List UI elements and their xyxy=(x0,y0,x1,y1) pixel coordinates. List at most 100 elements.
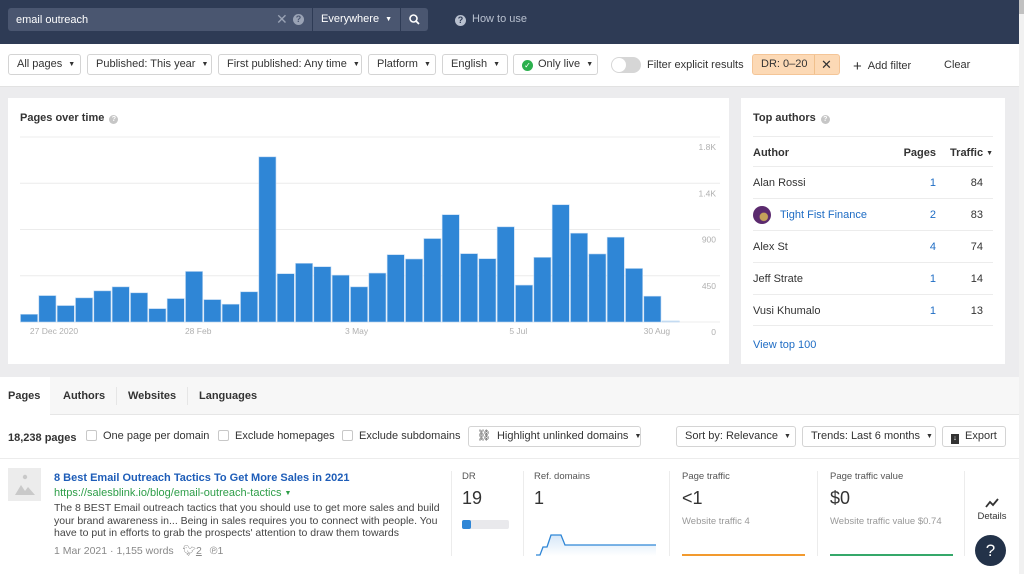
chart-bar[interactable] xyxy=(496,226,515,323)
chart-bar[interactable] xyxy=(313,266,332,323)
one-page-per-domain-checkbox[interactable]: One page per domain xyxy=(86,430,209,442)
chart-bar[interactable] xyxy=(625,268,643,323)
chart-bar[interactable] xyxy=(203,299,222,323)
chart-bar[interactable] xyxy=(570,232,588,323)
remove-filter-icon[interactable]: ✕ xyxy=(821,55,832,74)
search-help-icon[interactable]: ? xyxy=(293,14,304,25)
view-top-100-link[interactable]: View top 100 xyxy=(753,339,816,351)
all-pages-filter[interactable]: All pages ▼ xyxy=(8,54,81,75)
author-pages-link[interactable]: 4 xyxy=(930,241,936,253)
chart-bar[interactable] xyxy=(38,295,57,323)
chart-bar[interactable] xyxy=(221,303,240,323)
chart-bar[interactable] xyxy=(75,297,93,323)
results-tabs: Pages Authors Websites Languages xyxy=(0,377,1019,415)
checkbox-box[interactable] xyxy=(218,430,229,441)
chart-bar[interactable] xyxy=(166,298,185,323)
chart-bar[interactable] xyxy=(460,253,478,323)
chart-bar[interactable] xyxy=(441,214,460,323)
author-pages-link[interactable]: 1 xyxy=(930,273,936,285)
search-input[interactable] xyxy=(16,8,266,31)
exclude-homepages-checkbox[interactable]: Exclude homepages xyxy=(218,430,335,442)
author-name-link[interactable]: Tight Fist Finance xyxy=(780,209,867,221)
add-filter-button[interactable]: + Add filter xyxy=(853,58,911,75)
chart-bar[interactable] xyxy=(551,204,570,323)
chevron-down-icon: ▼ xyxy=(68,61,76,68)
chart-bar[interactable] xyxy=(405,258,423,323)
search-scope-select[interactable]: Everywhere ▼ xyxy=(313,8,400,31)
how-to-use-link[interactable]: ? How to use xyxy=(455,13,527,26)
chart-bar[interactable] xyxy=(423,238,442,323)
page-traffic-metric: Page traffic <1 Website traffic 4 xyxy=(682,471,750,527)
x-tick-label: 3 May xyxy=(345,326,369,336)
chart-bar[interactable] xyxy=(350,286,368,323)
only-live-filter[interactable]: ✓ Only live ▼ xyxy=(513,54,598,75)
chart-bar[interactable] xyxy=(661,320,680,323)
chart-bar[interactable] xyxy=(130,292,148,323)
chart-bar[interactable] xyxy=(588,253,607,323)
chart-bar[interactable] xyxy=(148,308,167,323)
clear-search-icon[interactable]: ✕ xyxy=(276,11,288,27)
search-button[interactable] xyxy=(401,8,428,31)
sort-by-dropdown[interactable]: Sort by: Relevance ▼ xyxy=(676,426,796,447)
tab-authors[interactable]: Authors xyxy=(55,377,113,415)
top-authors-card: Top authors? Author Pages Traffic ▼ Alan … xyxy=(741,98,1005,364)
only-live-label: Only live xyxy=(538,58,581,70)
scrollbar-thumb[interactable] xyxy=(1019,0,1024,14)
checkbox-box[interactable] xyxy=(342,430,353,441)
checkbox-box[interactable] xyxy=(86,430,97,441)
chart-bar[interactable] xyxy=(478,258,497,323)
author-pages-link[interactable]: 1 xyxy=(930,305,936,317)
col-pages[interactable]: Pages xyxy=(904,147,936,159)
first-published-filter[interactable]: First published: Any time ▼ xyxy=(218,54,362,75)
tab-divider xyxy=(116,387,117,405)
chart-bar[interactable] xyxy=(56,305,75,323)
published-filter[interactable]: Published: This year ▼ xyxy=(87,54,212,75)
chevron-down-icon: ▼ xyxy=(634,433,642,440)
chart-bar[interactable] xyxy=(643,295,662,323)
explicit-results-toggle[interactable] xyxy=(611,57,641,73)
language-filter[interactable]: English ▼ xyxy=(442,54,508,75)
author-pages-link[interactable]: 1 xyxy=(930,177,936,189)
chart-bar[interactable] xyxy=(276,273,295,323)
chart-bar[interactable] xyxy=(258,156,277,323)
add-filter-label: Add filter xyxy=(867,60,912,72)
chevron-down-icon: ▼ xyxy=(352,61,360,68)
export-button[interactable]: ↓ Export xyxy=(942,426,1006,447)
page-scrollbar[interactable] xyxy=(1019,0,1024,574)
platform-filter[interactable]: Platform ▼ xyxy=(368,54,436,75)
chart-bar[interactable] xyxy=(515,284,533,323)
dr-filter-chip[interactable]: DR: 0–20 ✕ xyxy=(752,54,840,75)
chart-bar[interactable] xyxy=(386,254,405,323)
author-traffic: 83 xyxy=(970,209,983,221)
author-row: Vusi Khumalo 1 13 xyxy=(753,294,993,326)
chart-bar[interactable] xyxy=(533,257,552,323)
details-button[interactable]: Details xyxy=(976,498,1008,522)
y-tick-label: 1.8K xyxy=(699,142,717,152)
chevron-down-icon[interactable]: ▼ xyxy=(284,490,291,497)
chart-bar[interactable] xyxy=(295,263,313,323)
help-icon[interactable]: ? xyxy=(820,115,830,124)
exclude-subdomains-checkbox[interactable]: Exclude subdomains xyxy=(342,430,461,442)
chart-bar[interactable] xyxy=(240,291,258,323)
tweet-count[interactable]: 2 xyxy=(196,545,202,557)
tab-websites[interactable]: Websites xyxy=(120,377,184,415)
col-traffic[interactable]: Traffic ▼ xyxy=(950,147,993,159)
author-pages-link[interactable]: 2 xyxy=(930,209,936,221)
chart-bar[interactable] xyxy=(185,271,203,323)
chart-bar[interactable] xyxy=(20,313,38,323)
clear-filters-button[interactable]: Clear xyxy=(944,59,970,71)
highlight-unlinked-domains-dropdown[interactable]: ⛓ Highlight unlinked domains ▼ xyxy=(468,426,641,447)
tab-languages[interactable]: Languages xyxy=(191,377,265,415)
help-chat-button[interactable]: ? xyxy=(975,535,1006,566)
chart-bar[interactable] xyxy=(606,236,625,323)
plus-icon: + xyxy=(853,58,862,75)
trends-dropdown[interactable]: Trends: Last 6 months ▼ xyxy=(802,426,936,447)
chart-bar[interactable] xyxy=(111,286,130,323)
chart-bar[interactable] xyxy=(93,290,112,323)
chart-bar[interactable] xyxy=(331,274,350,323)
result-title-link[interactable]: 8 Best Email Outreach Tactics To Get Mor… xyxy=(54,472,350,484)
pages-over-time-chart: 0 450 900 1.4K 1.8K 27 Dec 2020 28 Feb 3 May 5 … xyxy=(20,136,720,337)
result-url-link[interactable]: https://salesblink.io/blog/email-outreac… xyxy=(54,487,291,499)
chart-bar[interactable] xyxy=(368,272,387,323)
tab-pages[interactable]: Pages xyxy=(0,377,50,415)
